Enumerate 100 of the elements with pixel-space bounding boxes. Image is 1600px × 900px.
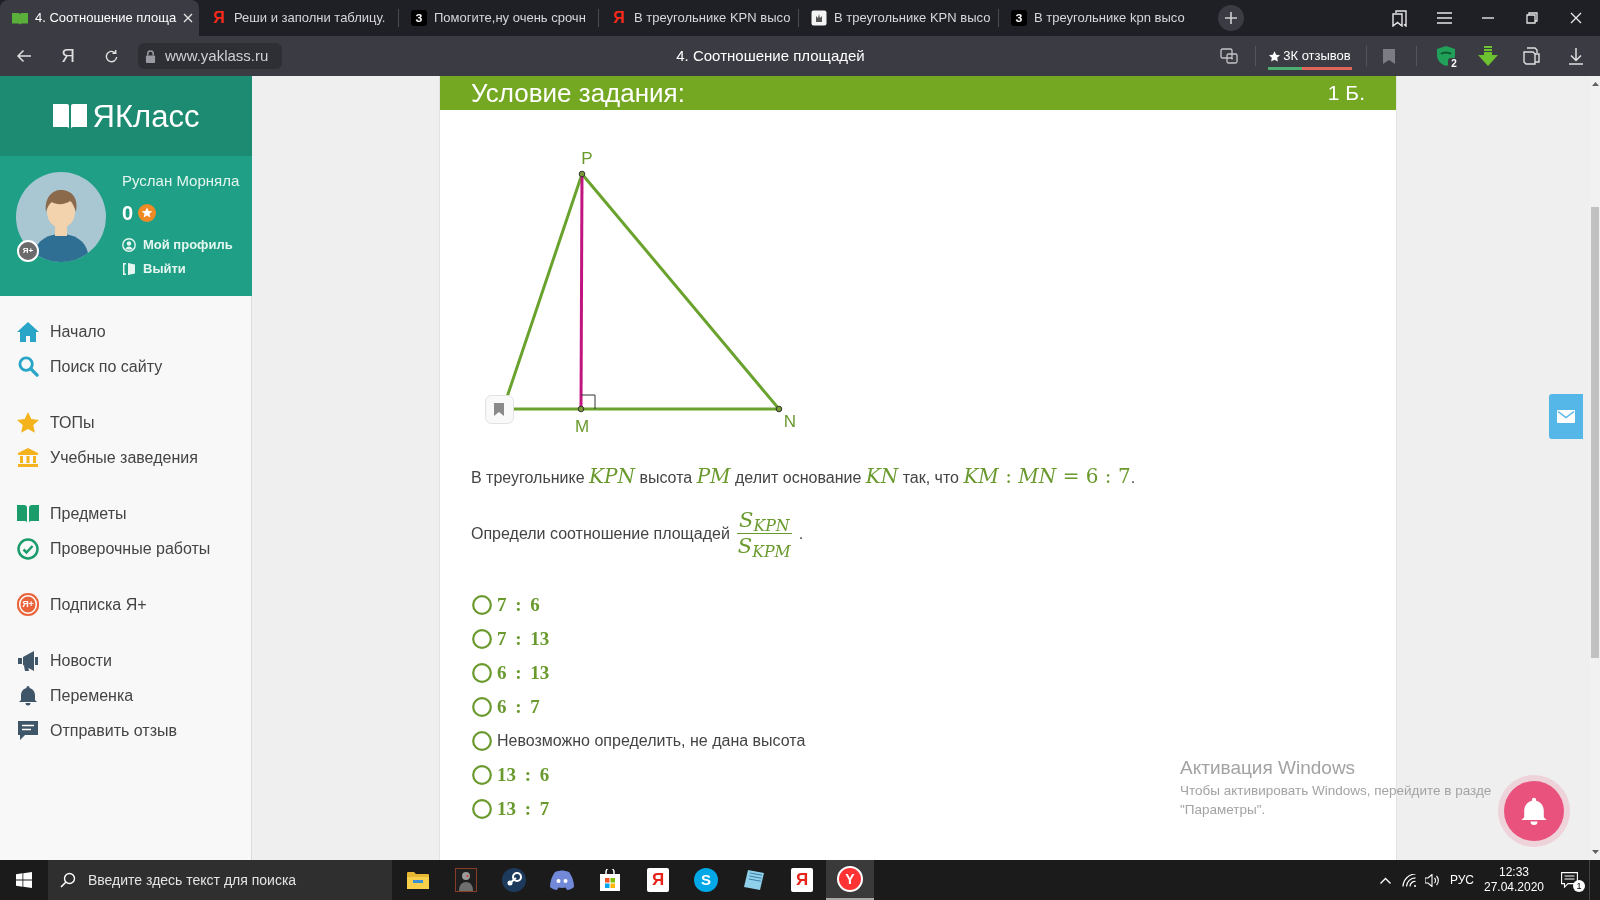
figure-tile-icon bbox=[455, 868, 477, 892]
plus-badge: Я+ bbox=[17, 593, 39, 616]
door-icon bbox=[122, 262, 136, 276]
vertex-label: N bbox=[783, 412, 797, 431]
windows-logo-icon bbox=[16, 872, 32, 888]
taskbar-app-button[interactable]: Я bbox=[778, 860, 826, 900]
reload-icon[interactable] bbox=[103, 48, 119, 64]
address-field[interactable]: www.yaklass.ru bbox=[138, 43, 282, 69]
letter-favicon: Я bbox=[212, 10, 226, 26]
nav-item[interactable]: Предметы bbox=[0, 496, 251, 531]
bell-icon bbox=[18, 685, 38, 706]
close-icon[interactable] bbox=[1570, 12, 1582, 24]
browser-tab[interactable]: 4. Соотношение площа bbox=[0, 0, 199, 36]
radio-button[interactable] bbox=[472, 765, 492, 785]
nav-item[interactable]: Новости bbox=[0, 643, 251, 678]
points-label: 1 Б. bbox=[1327, 80, 1365, 106]
right-angle-mark bbox=[580, 394, 596, 410]
browser-tab[interactable]: З Помогите,ну очень срочн bbox=[399, 0, 598, 36]
search-icon bbox=[60, 872, 76, 888]
letter-tile: Я bbox=[647, 868, 669, 892]
answer-option[interactable]: Невозможно определить, не дана высота bbox=[497, 729, 806, 753]
download-icon[interactable] bbox=[1568, 47, 1584, 65]
nav-item[interactable]: Отправить отзыв bbox=[0, 713, 251, 748]
task-title: Условие задания: bbox=[471, 77, 685, 110]
browser-tab[interactable]: З В треугольнике kpn высо bbox=[999, 0, 1198, 36]
nav-item[interactable]: ТОПы bbox=[0, 405, 251, 440]
wifi-icon[interactable] bbox=[1401, 873, 1417, 887]
mail-icon bbox=[1557, 410, 1575, 423]
bookmarks-icon[interactable] bbox=[1392, 9, 1408, 27]
taskbar-app-button[interactable]: Я bbox=[634, 860, 682, 900]
star-icon bbox=[17, 412, 39, 433]
reviews-button[interactable]: 3К отзывов bbox=[1268, 45, 1352, 67]
radio-button[interactable] bbox=[472, 799, 492, 819]
plus-badge: Я+ bbox=[17, 240, 39, 262]
home-button[interactable]: Я bbox=[61, 45, 75, 67]
nav-item[interactable]: Начало bbox=[0, 314, 251, 349]
bookmark-button[interactable] bbox=[485, 395, 514, 424]
disc-icon bbox=[502, 868, 526, 892]
letter-tile: Я bbox=[791, 868, 813, 892]
letter-badge: S bbox=[694, 868, 718, 892]
search-icon bbox=[17, 356, 39, 377]
letter-badge: Y bbox=[837, 866, 863, 892]
book-icon bbox=[12, 11, 28, 25]
notification-button[interactable] bbox=[1504, 781, 1564, 841]
book-icon bbox=[52, 103, 87, 129]
back-icon[interactable] bbox=[16, 48, 32, 64]
cards-icon[interactable] bbox=[1523, 47, 1541, 65]
crown-tile-icon bbox=[811, 10, 827, 26]
user-name: Руслан Морняла bbox=[122, 172, 240, 190]
activation-title: Активация Windows bbox=[1180, 756, 1357, 779]
nav-item[interactable]: Поиск по сайту bbox=[0, 349, 251, 384]
site-logo[interactable]: ЯКласс bbox=[52, 100, 200, 132]
menu-icon[interactable] bbox=[1436, 12, 1452, 24]
nav-item[interactable]: Проверочные работы bbox=[0, 531, 251, 566]
count-badge: 2 bbox=[1448, 58, 1460, 70]
vertex-label: M bbox=[574, 417, 590, 436]
user-circle-icon bbox=[122, 238, 136, 252]
browser-tab[interactable]: В треугольнике KPN высо bbox=[799, 0, 998, 36]
radio-button[interactable] bbox=[472, 697, 492, 717]
language-indicator[interactable]: РУС bbox=[1445, 860, 1479, 900]
plus-icon bbox=[1225, 12, 1237, 24]
folder-icon bbox=[407, 871, 429, 889]
arrow-down-icon[interactable] bbox=[1478, 46, 1498, 66]
radio-button[interactable] bbox=[472, 731, 492, 751]
taskbar-app-button[interactable]: Y bbox=[826, 860, 874, 900]
vertex-point bbox=[578, 170, 586, 178]
megaphone-icon bbox=[17, 650, 39, 671]
letter-favicon: З bbox=[1011, 10, 1027, 26]
letter-favicon: З bbox=[411, 10, 427, 26]
star-badge-icon bbox=[138, 204, 157, 222]
radio-button[interactable] bbox=[472, 663, 492, 683]
sheet-icon bbox=[743, 869, 765, 891]
browser-tab[interactable]: Я В треугольнике KPN высо bbox=[599, 0, 798, 36]
speaker-icon[interactable] bbox=[1425, 873, 1441, 887]
nav-item[interactable]: Я+ Подписка Я+ bbox=[0, 587, 251, 622]
overlapping-squares-icon[interactable] bbox=[1220, 48, 1238, 64]
browser-tab[interactable]: Я Реши и заполни таблицу. bbox=[199, 0, 398, 36]
check-circle-icon bbox=[17, 537, 39, 560]
chevron-up-icon[interactable] bbox=[1379, 876, 1391, 884]
nav-item[interactable]: Переменка bbox=[0, 678, 251, 713]
taskbar-search-field[interactable]: Введите здесь текст для поиска bbox=[48, 860, 392, 900]
radio-button[interactable] bbox=[472, 595, 492, 615]
radio-button[interactable] bbox=[472, 629, 492, 649]
open-book-icon bbox=[17, 504, 39, 523]
scroll-up-icon[interactable] bbox=[1591, 82, 1599, 86]
scroll-down-icon[interactable] bbox=[1591, 850, 1599, 854]
star-icon bbox=[1269, 50, 1281, 62]
lock-icon bbox=[145, 49, 156, 63]
scrollbar-thumb[interactable] bbox=[1591, 207, 1599, 658]
activation-text: Чтобы активировать Windows, перейдите в разде "Параметры". bbox=[1180, 782, 1492, 819]
bookmark-icon[interactable] bbox=[1383, 48, 1395, 64]
clock[interactable]: 12:33 27.04.2020 bbox=[1479, 860, 1549, 900]
nav-item[interactable]: Учебные заведения bbox=[0, 440, 251, 475]
restore-icon[interactable] bbox=[1526, 12, 1538, 24]
close-icon[interactable] bbox=[183, 13, 194, 23]
new-tab-button[interactable] bbox=[1218, 5, 1244, 31]
notification-icon[interactable] bbox=[1560, 872, 1578, 888]
page-title: 4. Соотношение площадей bbox=[676, 45, 865, 66]
chat-icon bbox=[17, 720, 39, 741]
score-value: 0 bbox=[122, 203, 134, 223]
